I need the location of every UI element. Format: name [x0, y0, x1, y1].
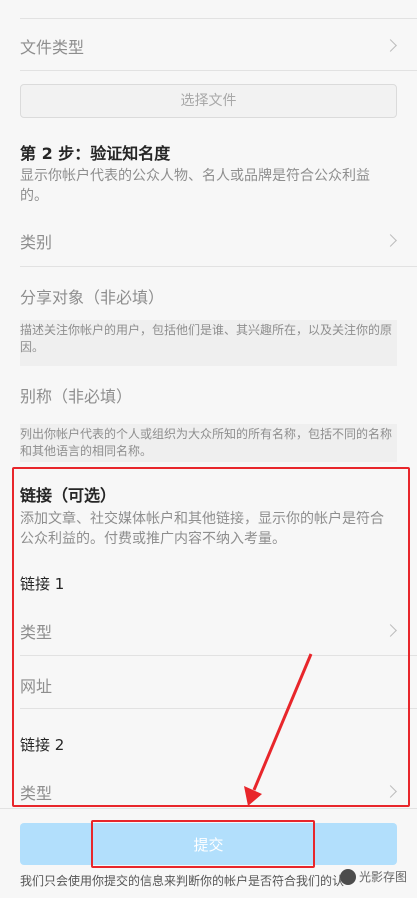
audience-help: 描述关注你帐户的用户，包括他们是谁、其兴趣所在，以及关注你的原因。 [20, 320, 397, 366]
file-type-label: 文件类型 [20, 38, 85, 57]
watermark: 光影存图 [339, 868, 407, 885]
audience-input[interactable]: 分享对象（非必填） [20, 284, 164, 308]
step2-title: 第 2 步：验证知名度 [20, 144, 171, 163]
divider [20, 266, 417, 267]
alias-input[interactable]: 别称（非必填） [20, 383, 132, 407]
divider [20, 70, 417, 71]
select-file-button[interactable]: 选择文件 [20, 84, 397, 118]
watermark-text: 光影存图 [358, 870, 407, 884]
category-label: 类别 [20, 233, 53, 252]
submit-highlight-box [91, 820, 315, 868]
alias-help: 列出你帐户代表的个人或组织为大众所知的所有名称，包括不同的名称和其他语言的相同名… [20, 424, 397, 462]
step2-description: 显示你帐户代表的公众人物、名人或品牌是符合公众利益的。 [20, 168, 370, 204]
links-highlight-box [12, 467, 410, 807]
verification-form: 文件类型 选择文件 第 2 步：验证知名度 显示你帐户代表的公众人物、名人或品牌… [0, 0, 417, 898]
divider [0, 808, 417, 809]
chevron-right-icon [384, 39, 397, 52]
wechat-logo-icon [339, 868, 356, 885]
footer-note: 我们只会使用你提交的信息来判断你的帐户是否符合我们的认 [20, 874, 345, 888]
chevron-right-icon [384, 234, 397, 247]
divider [20, 18, 417, 19]
